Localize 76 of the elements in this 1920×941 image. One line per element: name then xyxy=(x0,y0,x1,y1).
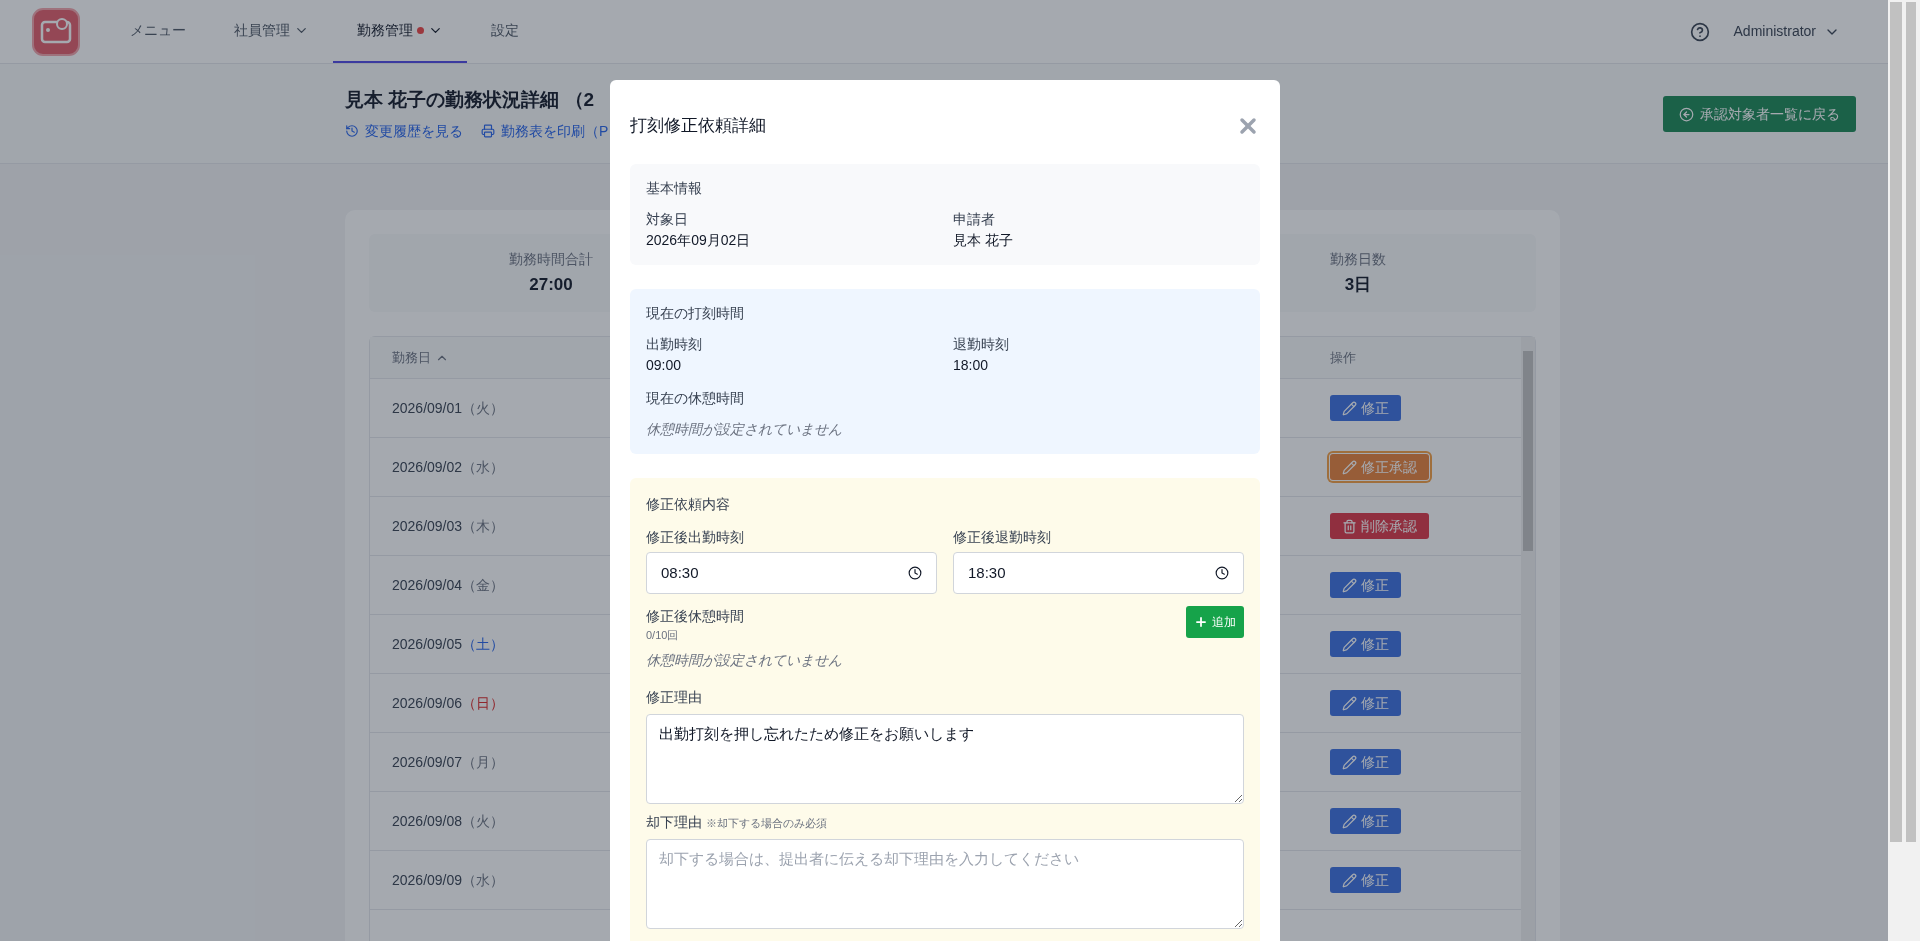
field-value: 09:00 xyxy=(646,356,683,375)
row-action-button[interactable]: 修正 xyxy=(1330,631,1401,657)
pencil-icon xyxy=(1342,813,1357,829)
printer-icon xyxy=(481,124,495,138)
empty-message: 休憩時間が設定されていません xyxy=(646,420,843,439)
field-label: 出勤時刻 xyxy=(646,335,703,354)
time-input[interactable]: 18:30 xyxy=(953,552,1244,594)
row-action-button[interactable]: 修正 xyxy=(1330,867,1401,893)
plus-icon xyxy=(1194,615,1208,629)
back-button[interactable]: 承認対象者一覧に戻る xyxy=(1663,96,1856,132)
reject-reason-textarea[interactable]: 却下する場合は、提出者に伝える却下理由を入力してください xyxy=(646,838,1244,929)
date-cell-text: 2026/09/07（月） xyxy=(392,752,505,772)
field-label: 修正後出勤時刻 xyxy=(646,528,745,547)
summary-label: 勤務時間合計 xyxy=(509,249,593,269)
date-cell-text: 2026/09/05（土） xyxy=(392,634,505,654)
date-cell-text: 2026/09/08（火） xyxy=(392,811,505,831)
field-label: 修正後退勤時刻 xyxy=(953,528,1052,547)
trash-icon xyxy=(1342,518,1357,534)
date-cell-text: 2026/09/02（水） xyxy=(392,457,505,477)
column-header[interactable]: 勤務日 xyxy=(392,347,449,368)
field-value: 18:00 xyxy=(953,356,990,375)
pencil-icon xyxy=(1342,577,1357,593)
logo-icon xyxy=(32,7,80,56)
time-input[interactable]: 08:30 xyxy=(646,552,937,594)
nav-link[interactable]: メニュー xyxy=(106,0,210,63)
user-menu-button[interactable]: Administrator xyxy=(1733,21,1840,42)
summary-label: 勤務日数 xyxy=(1330,249,1386,269)
field-note: ※却下する場合のみ必須 xyxy=(706,815,827,831)
section-heading: 現在の休憩時間 xyxy=(646,389,745,408)
clock-icon xyxy=(1215,566,1229,580)
date-cell-text: 2026/09/06（日） xyxy=(392,693,505,713)
break-count: 0/10回 xyxy=(646,628,680,643)
field-label: 対象日 xyxy=(646,210,689,229)
date-cell-text: 2026/09/03（木） xyxy=(392,516,505,536)
history-icon xyxy=(345,124,359,138)
date-cell-text: 2026/09/09（水） xyxy=(392,870,505,890)
nav-link[interactable]: 社員管理 xyxy=(210,0,333,63)
summary-value: 27:00 xyxy=(529,273,573,296)
row-action-button[interactable]: 修正 xyxy=(1330,395,1401,421)
field-label: 修正理由 xyxy=(646,687,703,707)
row-action-button[interactable]: 修正承認 xyxy=(1330,454,1429,480)
row-action-button[interactable]: 修正 xyxy=(1330,808,1401,834)
page-title: 見本 花子の勤務状況詳細 （2 xyxy=(345,88,596,112)
arrow-left-icon xyxy=(1679,106,1694,122)
row-action-button[interactable]: 修正 xyxy=(1330,690,1401,716)
clock-icon xyxy=(908,566,922,580)
pencil-icon xyxy=(1342,636,1357,652)
field-label: 申請者 xyxy=(953,210,996,229)
pencil-icon xyxy=(1342,754,1357,770)
reason-textarea[interactable]: 出勤打刻を押し忘れたため修正をお願いします xyxy=(646,713,1244,804)
section-heading: 修正依頼内容 xyxy=(646,495,731,514)
field-label: 修正後休憩時間 xyxy=(646,607,744,626)
field-value: 2026年09月02日 xyxy=(646,231,752,250)
date-cell-text: 2026/09/04（金） xyxy=(392,575,505,595)
empty-message: 休憩時間が設定されていません xyxy=(646,650,843,670)
field-label: 却下理由 xyxy=(646,812,702,832)
field-label: 退勤時刻 xyxy=(953,335,1010,354)
section-heading: 基本情報 xyxy=(646,179,703,198)
row-action-button[interactable]: 修正 xyxy=(1330,749,1401,775)
section-heading: 現在の打刻時間 xyxy=(646,304,745,323)
pencil-icon xyxy=(1342,400,1357,416)
date-cell-text: 2026/09/01（火） xyxy=(392,398,505,418)
page-link[interactable]: 変更履歴を見る xyxy=(345,120,463,142)
nav-link[interactable]: 設定 xyxy=(467,0,543,63)
row-action-button[interactable]: 修正 xyxy=(1330,572,1401,598)
page-link[interactable]: 勤務表を印刷（P xyxy=(481,120,609,142)
summary-value: 3日 xyxy=(1344,273,1372,296)
pencil-icon xyxy=(1342,459,1357,475)
pencil-icon xyxy=(1342,872,1357,888)
add-button[interactable]: 追加 xyxy=(1186,606,1244,638)
pencil-icon xyxy=(1342,695,1357,711)
row-action-button[interactable]: 削除承認 xyxy=(1330,513,1429,539)
column-header[interactable]: 操作 xyxy=(1330,347,1356,368)
field-value: 見本 花子 xyxy=(953,231,1014,250)
help-icon[interactable] xyxy=(1689,21,1710,42)
modal-title: 打刻修正依頼詳細 xyxy=(630,115,766,138)
